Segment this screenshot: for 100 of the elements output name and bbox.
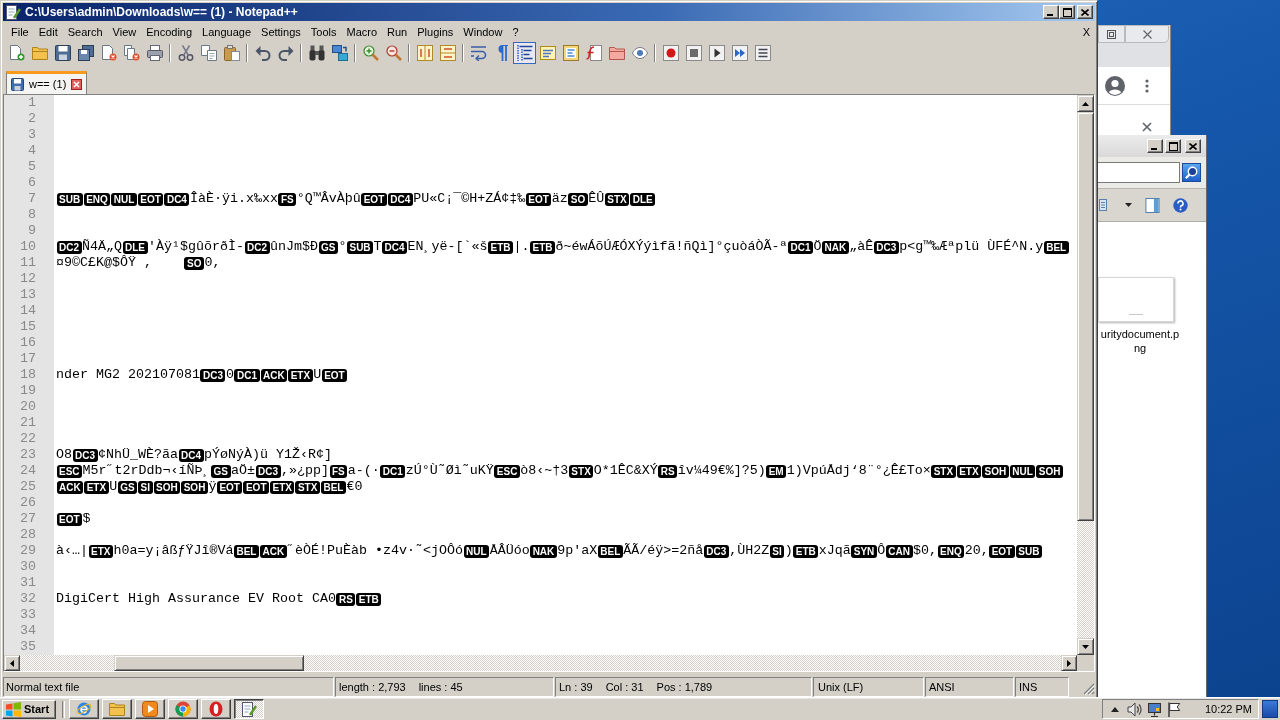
scrollbar-thumb[interactable]: [114, 655, 304, 671]
control-code-badge: DC4: [178, 448, 204, 462]
control-code-badge: STX: [931, 464, 956, 478]
function-list-icon: [585, 45, 602, 61]
code-text: PU«C¡¯©H+ZÁ¢‡‰: [413, 191, 526, 207]
control-code-badge: EOT: [989, 544, 1015, 558]
scroll-right-button[interactable]: [1061, 655, 1077, 671]
line-number: 25: [20, 479, 36, 495]
close-icon: [1142, 29, 1152, 39]
undo-icon: [254, 45, 271, 61]
code-text: ÿ: [208, 479, 217, 495]
status-text: Col : 31: [605, 681, 644, 693]
line-number: 15: [20, 319, 36, 335]
avatar-icon[interactable]: [1105, 75, 1125, 96]
menu-item[interactable]: File: [6, 24, 34, 40]
search-field[interactable]: [1098, 162, 1180, 183]
monitor-icon[interactable]: [1146, 701, 1162, 717]
toolbar-button[interactable]: [513, 42, 536, 64]
minimize-button[interactable]: [1043, 5, 1059, 19]
start-button[interactable]: Start: [2, 699, 56, 719]
minimize-button[interactable]: [1147, 139, 1163, 153]
menu-item[interactable]: Tools: [305, 24, 342, 40]
search-button[interactable]: [1182, 163, 1201, 182]
caret-down-icon[interactable]: [1125, 203, 1132, 207]
menu-item[interactable]: Macro: [341, 24, 383, 40]
control-code-badge: RS: [658, 464, 678, 478]
line-number: 27: [20, 511, 36, 527]
menu-item[interactable]: Language: [197, 24, 257, 40]
scissors-icon: [177, 45, 194, 61]
code-text: °: [338, 239, 347, 255]
code-text: aÖ±: [231, 463, 255, 479]
flag-icon[interactable]: [1166, 701, 1182, 717]
menu-item[interactable]: ?: [507, 24, 524, 40]
control-code-badge: SUB: [346, 240, 374, 254]
more-menu-icon[interactable]: [1145, 78, 1149, 93]
copy-icon: [200, 45, 217, 61]
close-icon[interactable]: [71, 78, 83, 90]
control-code-badge: SO: [568, 192, 588, 206]
menu-item[interactable]: View: [107, 24, 142, 40]
close-document-button[interactable]: X: [1080, 24, 1092, 40]
code-text: h0a=y¡âßƒŸJî®Vá: [113, 543, 234, 559]
menu-item[interactable]: Window: [458, 24, 508, 40]
line-number: 18: [20, 367, 36, 383]
menu-item[interactable]: Plugins: [412, 24, 459, 40]
vertical-scrollbar[interactable]: [1077, 95, 1094, 655]
menu-item[interactable]: Edit: [33, 24, 63, 40]
triangle-right-icon: [1067, 659, 1071, 667]
menu-item[interactable]: Run: [382, 24, 413, 40]
maximize-button[interactable]: [1059, 5, 1075, 19]
line-number: 30: [20, 559, 36, 575]
document-tab[interactable]: w== (1): [6, 71, 88, 94]
scroll-left-button[interactable]: [4, 655, 20, 671]
control-code-badge: GS: [318, 240, 338, 254]
maximize-icon: [1062, 7, 1072, 17]
status-text: length : 2,793: [339, 681, 406, 693]
scrollbar-thumb[interactable]: [1077, 112, 1094, 521]
help-icon[interactable]: [1173, 197, 1188, 213]
show-desktop-button[interactable]: [1262, 700, 1278, 718]
control-code-badge: ACK: [56, 480, 84, 494]
document-map-icon: [562, 45, 579, 61]
code-text: ûnJm$Ð: [270, 239, 318, 255]
file-thumbnail[interactable]: [1098, 277, 1174, 322]
code-text: $: [82, 511, 91, 527]
flag-logo-icon: [6, 701, 21, 717]
view-icon[interactable]: [1099, 199, 1107, 211]
code-text: DigiCert High Assurance EV Root CA0: [56, 591, 336, 607]
menu-item[interactable]: Search: [62, 24, 108, 40]
scroll-up-button[interactable]: [1077, 95, 1094, 112]
horizontal-scrollbar[interactable]: [4, 655, 1077, 671]
line-number: 21: [20, 415, 36, 431]
horizontal-split-icon: [439, 45, 456, 61]
chevron-up-icon[interactable]: [1110, 706, 1119, 712]
line-number: 9: [28, 223, 36, 239]
resize-grip-icon[interactable]: [1083, 683, 1095, 695]
code-text: ,ÙH2Z: [729, 543, 770, 559]
menu-item[interactable]: Encoding: [141, 24, 198, 40]
control-code-badge: FS: [329, 464, 348, 478]
menu-item[interactable]: Settings: [256, 24, 306, 40]
status-text: Unix (LF): [818, 681, 864, 693]
play-icon: [142, 701, 158, 717]
control-code-badge: DC2: [56, 240, 82, 254]
close-icon[interactable]: [1142, 122, 1152, 132]
restore-button[interactable]: [1098, 25, 1125, 43]
list-icon: [754, 45, 771, 61]
control-code-badge: EOT: [361, 192, 387, 206]
preview-pane-icon[interactable]: [1145, 197, 1160, 213]
control-code-badge: SUB: [56, 192, 83, 206]
printer-icon: [146, 45, 163, 61]
taskbar-button[interactable]: [234, 699, 264, 719]
folder-icon: [31, 45, 48, 61]
code-text: zÚ°Ù˜Øì˜uKŸ: [405, 463, 494, 479]
scroll-down-button[interactable]: [1077, 638, 1094, 655]
control-code-badge: SI: [769, 544, 785, 558]
control-code-badge: DC4: [382, 240, 408, 254]
maximize-button[interactable]: [1165, 139, 1181, 153]
line-number: 31: [20, 575, 36, 591]
control-code-badge: DC1: [234, 368, 260, 382]
code-text: îv¼49€%]?5): [677, 463, 766, 479]
speaker-icon[interactable]: [1126, 701, 1142, 717]
code-text: ¤9©C£K@$ÔŸ ,: [56, 255, 153, 271]
